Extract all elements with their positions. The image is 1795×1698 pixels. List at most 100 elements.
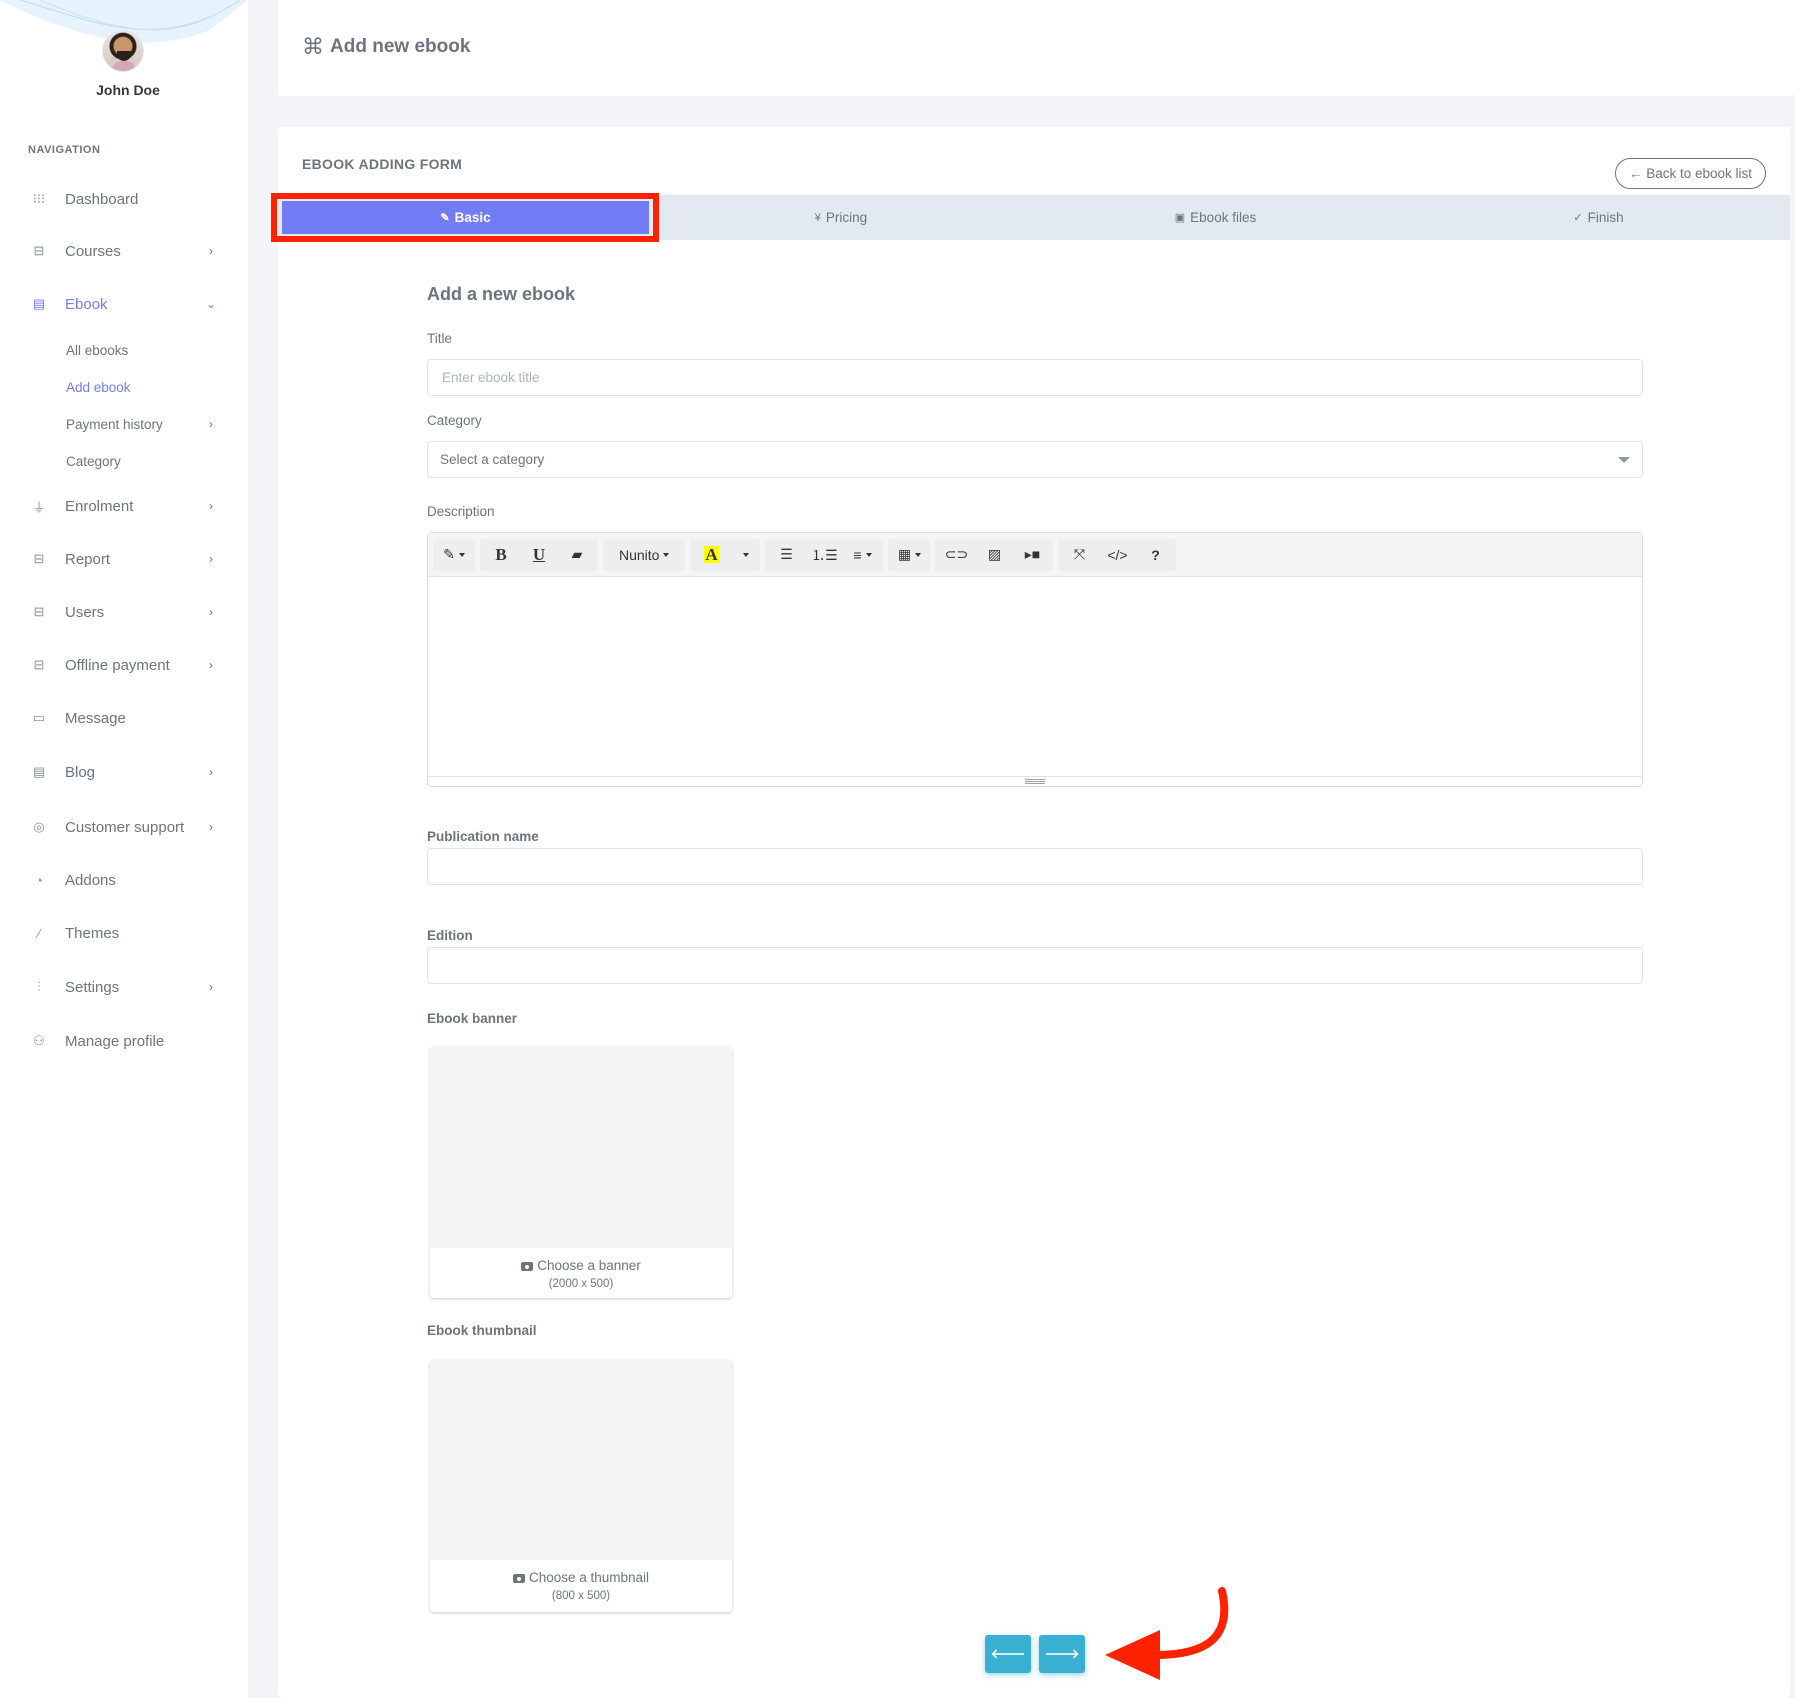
tab-finish[interactable]: ✓ Finish [1407, 195, 1790, 240]
chevron-right-icon: › [209, 980, 213, 994]
wizard-tabs: ✎ Basic ¥ Pricing ▣ Ebook files ✓ Finish [278, 195, 1790, 240]
align-icon[interactable]: ≡ [843, 539, 881, 571]
edition-input[interactable] [427, 947, 1643, 984]
page-title-text: Add new ebook [330, 36, 471, 57]
sidebar-item-courses[interactable]: ⊟ Courses › [28, 239, 218, 263]
code-view-icon[interactable]: </> [1098, 539, 1136, 571]
tab-pricing[interactable]: ¥ Pricing [658, 195, 1024, 240]
underline-icon[interactable]: U [520, 539, 558, 571]
archive-icon: ⊟ [33, 604, 45, 619]
chevron-right-icon: › [209, 605, 213, 619]
tab-label: Ebook files [1190, 210, 1257, 225]
category-select[interactable]: Select a category [427, 441, 1643, 478]
editor-resize-handle[interactable] [428, 776, 1642, 786]
sidebar-subitem-payment-history[interactable]: Payment history › [66, 414, 218, 434]
fullscreen-icon[interactable]: ⤧ [1060, 539, 1098, 571]
ebook-form-card: EBOOK ADDING FORM ← Back to ebook list ✎… [271, 127, 1790, 1698]
video-library-icon: ▣ [1174, 212, 1186, 224]
editor-content-area[interactable] [428, 577, 1642, 777]
archive-icon: ⊟ [33, 243, 45, 258]
yen-icon: ¥ [814, 211, 821, 224]
chevron-down-icon: ⌄ [205, 297, 217, 311]
form-heading: Add a new ebook [427, 284, 576, 304]
sidebar-item-label: Settings [65, 978, 120, 996]
chevron-right-icon: › [209, 417, 213, 431]
ebook-thumbnail-label: Ebook thumbnail [427, 1323, 537, 1338]
previous-step-button[interactable]: 🡐 [985, 1635, 1031, 1673]
sidebar-item-message[interactable]: ▭ Message [28, 706, 218, 730]
sidebar-subitem-all-ebooks[interactable]: All ebooks [66, 340, 218, 360]
pen-icon: ✎ [440, 212, 450, 224]
font-family-dropdown[interactable]: Nunito [605, 539, 683, 571]
sidebar: John Doe NAVIGATION ⁝⁝⁝ Dashboard ⊟ Courses… [0, 0, 248, 1698]
color-dropdown-icon[interactable] [730, 539, 758, 571]
archive-icon: ⊟ [33, 657, 45, 672]
link-icon[interactable]: ⊂⊃ [937, 539, 975, 571]
chevron-right-icon: › [209, 499, 213, 513]
pie-chart-icon: ◔ [35, 872, 43, 888]
sidebar-subitem-category[interactable]: Category [66, 451, 218, 471]
ordered-list-icon[interactable]: ⒈☰ [805, 539, 843, 571]
sidebar-item-addons[interactable]: ◔ Addons [28, 868, 218, 892]
lifebuoy-icon: ◎ [33, 819, 45, 834]
next-step-button[interactable]: 🡒 [1039, 1635, 1085, 1673]
sidebar-item-settings[interactable]: ⫶ Settings › [28, 975, 218, 999]
sidebar-item-label: Report [65, 550, 111, 568]
publication-name-input[interactable] [427, 848, 1643, 885]
banner-uploader[interactable]: Choose a banner (2000 x 500) [430, 1047, 732, 1298]
sidebar-item-dashboard[interactable]: ⁝⁝⁝ Dashboard [28, 187, 218, 211]
highlight-color-icon[interactable]: A [692, 539, 730, 571]
ebook-banner-label: Ebook banner [427, 1011, 518, 1026]
thumbnail-dimensions: (800 x 500) [551, 1590, 611, 1602]
page-header: ⌘ Add new ebook [278, 0, 1795, 96]
sidebar-item-customer-support[interactable]: ◎ Customer support › [28, 815, 218, 839]
bold-icon[interactable]: B [482, 539, 520, 571]
sidebar-item-manage-profile[interactable]: ⚇ Manage profile [28, 1029, 218, 1053]
avatar[interactable] [102, 30, 144, 72]
banner-caption: Choose a banner [430, 1248, 732, 1273]
tab-basic[interactable]: ✎ Basic [282, 201, 649, 234]
page-title: ⌘ Add new ebook [302, 34, 470, 60]
document-icon: ▤ [32, 764, 46, 779]
chat-icon: ▭ [32, 710, 46, 725]
tab-label: Pricing [825, 210, 868, 225]
back-to-ebook-list-button[interactable]: ← Back to ebook list [1614, 158, 1766, 189]
sidebar-item-label: Offline payment [65, 656, 170, 674]
arrow-left-icon: 🡐 [990, 1646, 1026, 1661]
sidebar-item-label: Message [65, 709, 126, 727]
camera-icon [512, 1574, 525, 1583]
chevron-right-icon: › [209, 658, 213, 672]
chevron-right-icon: › [209, 244, 213, 258]
sidebar-item-ebook[interactable]: ▤ Ebook ⌄ [28, 292, 218, 316]
chevron-right-icon: › [209, 552, 213, 566]
edition-label: Edition [427, 928, 473, 943]
book-icon: ▤ [32, 296, 46, 311]
title-input[interactable] [427, 359, 1643, 396]
sidebar-subitem-add-ebook[interactable]: Add ebook [66, 377, 218, 397]
brush-icon: ⁄ [37, 925, 41, 941]
description-label: Description [427, 504, 495, 519]
sidebar-item-label: Themes [65, 924, 120, 942]
user-icon: ⚇ [33, 1033, 45, 1048]
sidebar-item-label: Enrolment [65, 497, 134, 515]
table-icon[interactable]: ▦ [890, 539, 928, 571]
video-icon[interactable]: ▸■ [1013, 539, 1051, 571]
unordered-list-icon[interactable]: ☰ [767, 539, 805, 571]
publication-name-label: Publication name [427, 829, 539, 844]
thumbnail-caption: Choose a thumbnail [430, 1560, 732, 1585]
help-icon[interactable]: ? [1136, 539, 1174, 571]
sidebar-item-themes[interactable]: ⁄ Themes [28, 921, 218, 945]
eraser-icon[interactable]: ▰ [558, 539, 596, 571]
sidebar-item-enrolment[interactable]: ⏚ Enrolment › [28, 494, 218, 518]
sidebar-item-users[interactable]: ⊟ Users › [28, 600, 218, 624]
magic-wand-icon[interactable]: ✎ [435, 539, 473, 571]
sidebar-item-label: Addons [65, 871, 116, 889]
picture-icon[interactable]: ▨ [975, 539, 1013, 571]
sidebar-item-report[interactable]: ⊟ Report › [28, 547, 218, 571]
thumbnail-uploader[interactable]: Choose a thumbnail (800 x 500) [430, 1360, 732, 1612]
sidebar-item-blog[interactable]: ▤ Blog › [28, 760, 218, 784]
title-label: Title [427, 331, 453, 346]
sidebar-item-offline-payment[interactable]: ⊟ Offline payment › [28, 653, 218, 677]
tab-ebook-files[interactable]: ▣ Ebook files [1024, 195, 1407, 240]
sidebar-item-label: Customer support [65, 818, 185, 836]
